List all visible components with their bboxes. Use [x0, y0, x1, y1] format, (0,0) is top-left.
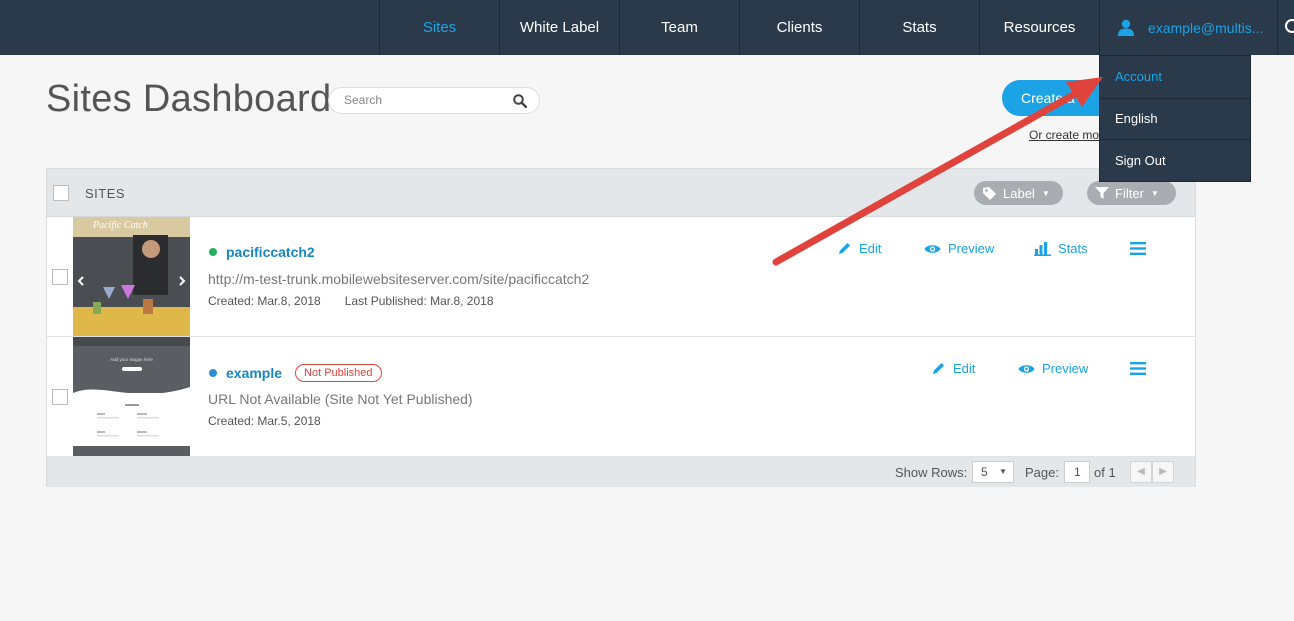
preview-button[interactable]: Preview: [924, 241, 994, 256]
user-icon: [1118, 19, 1134, 36]
user-dropdown-menu: Account English Sign Out: [1099, 55, 1251, 182]
preview-label: Preview: [948, 241, 995, 256]
table-row: Pacific Catch pacificcatch2 http://m-tes…: [47, 217, 1195, 337]
hamburger-menu-icon[interactable]: [1130, 362, 1146, 380]
site-url: http://m-test-trunk.mobilewebsiteserver.…: [208, 271, 590, 287]
search-box: [328, 87, 540, 114]
table-header: SITES Label ▼ Filter ▼: [47, 169, 1195, 217]
nav-resources[interactable]: Resources: [979, 0, 1099, 55]
next-page-button[interactable]: ▶: [1152, 461, 1174, 483]
top-navigation-bar: Sites White Label Team Clients Stats Res…: [0, 0, 1294, 55]
menu-item-sign-out[interactable]: Sign Out: [1100, 139, 1250, 181]
user-menu[interactable]: example@multis...: [1099, 0, 1277, 55]
page-count: of 1: [1094, 465, 1116, 480]
nav-team[interactable]: Team: [619, 0, 739, 55]
eye-icon: [924, 244, 941, 253]
edit-label: Edit: [859, 241, 882, 256]
bar-chart-icon: [1034, 242, 1051, 256]
search-icon[interactable]: [513, 94, 528, 113]
edit-button[interactable]: Edit: [837, 241, 881, 256]
page-title: Sites Dashboard: [46, 78, 332, 120]
filter-button-text: Filter: [1115, 185, 1144, 201]
table-header-label: SITES: [85, 186, 126, 201]
nav-sites[interactable]: Sites: [379, 0, 499, 55]
rows-per-page-value: 5: [981, 465, 988, 479]
stats-button[interactable]: Stats: [1034, 241, 1088, 256]
prev-page-button[interactable]: ◀: [1130, 461, 1152, 483]
site-dates: Created: Mar.5, 2018: [208, 414, 321, 428]
user-email: example@multis...: [1148, 19, 1264, 36]
nav-clients[interactable]: Clients: [739, 0, 859, 55]
preview-button[interactable]: Preview: [1018, 361, 1088, 376]
tag-icon: [983, 186, 996, 200]
preview-label: Preview: [1042, 361, 1089, 376]
status-badge: Not Published: [295, 364, 382, 382]
select-all-checkbox[interactable]: [53, 185, 69, 201]
filter-icon: [1095, 187, 1109, 199]
created-date: Created: Mar.5, 2018: [208, 414, 321, 428]
page-number-input[interactable]: 1: [1064, 461, 1090, 483]
row-checkbox[interactable]: [52, 389, 68, 405]
label-button[interactable]: Label ▼: [974, 181, 1063, 205]
published-date: Last Published: Mar.8, 2018: [344, 294, 494, 308]
menu-item-language[interactable]: English: [1100, 97, 1250, 140]
status-dot: [209, 369, 217, 377]
chevron-down-icon: ▼: [1150, 188, 1159, 198]
settings-icon[interactable]: [1277, 0, 1294, 55]
site-name-link[interactable]: pacificcatch2: [209, 244, 315, 260]
site-url: URL Not Available (Site Not Yet Publishe…: [208, 391, 473, 407]
thumbnail-slogan: Add your slogan here: [110, 357, 153, 362]
pencil-icon: [933, 363, 944, 374]
table-footer: Show Rows: 5 ▼ Page: 1 of 1 ◀ ▶: [47, 457, 1195, 487]
site-name-link[interactable]: example Not Published: [209, 364, 382, 382]
sites-table: SITES Label ▼ Filter ▼ Pacific Catch pac…: [46, 168, 1196, 487]
nav-white-label[interactable]: White Label: [499, 0, 619, 55]
table-row: Add your slogan here example Not Publish…: [47, 337, 1195, 457]
search-input[interactable]: [344, 93, 504, 107]
nav-stats[interactable]: Stats: [859, 0, 979, 55]
site-name: pacificcatch2: [226, 244, 315, 260]
site-thumbnail[interactable]: Pacific Catch: [73, 217, 190, 336]
chevron-down-icon: ▼: [1041, 188, 1050, 198]
filter-button[interactable]: Filter ▼: [1087, 181, 1176, 205]
label-button-text: Label: [1003, 185, 1035, 201]
create-more-link[interactable]: Or create mo: [1029, 128, 1099, 142]
pencil-icon: [839, 243, 850, 254]
status-dot: [209, 248, 217, 256]
edit-button[interactable]: Edit: [931, 361, 975, 376]
page-label: Page:: [1025, 465, 1059, 480]
show-rows-label: Show Rows:: [895, 465, 968, 480]
eye-icon: [1018, 364, 1035, 373]
rows-per-page-select[interactable]: 5 ▼: [972, 461, 1014, 483]
created-date: Created: Mar.8, 2018: [208, 294, 321, 308]
hamburger-menu-icon[interactable]: [1130, 242, 1146, 260]
menu-item-account[interactable]: Account: [1100, 56, 1250, 98]
stats-label: Stats: [1058, 241, 1088, 256]
site-name: example: [226, 365, 283, 381]
thumbnail-logo: Pacific Catch: [92, 220, 148, 231]
site-thumbnail[interactable]: Add your slogan here: [73, 337, 190, 456]
row-checkbox[interactable]: [52, 269, 68, 285]
edit-label: Edit: [953, 361, 976, 376]
site-dates: Created: Mar.8, 2018 Last Published: Mar.…: [208, 294, 494, 308]
chevron-down-icon: ▼: [999, 467, 1007, 476]
